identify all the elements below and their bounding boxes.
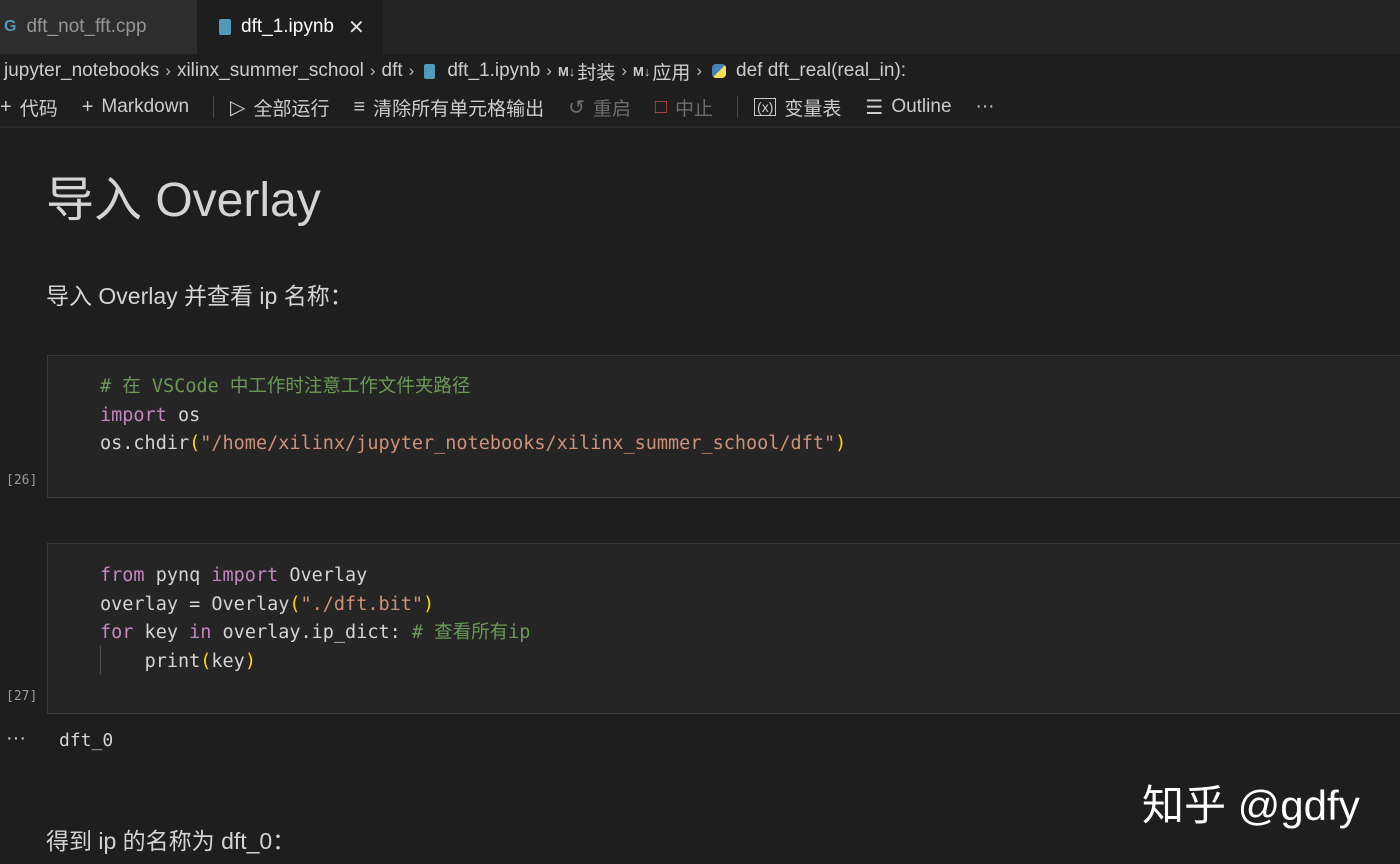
tab-dft-1-ipynb[interactable]: dft_1.ipynb ✕ — [197, 0, 383, 54]
restart-icon: ↺ — [568, 96, 585, 119]
add-code-cell-button[interactable]: + 代码 — [0, 94, 58, 121]
add-markdown-cell-button[interactable]: + Markdown — [82, 96, 189, 119]
code-editor[interactable]: from pynq import Overlay overlay = Overl… — [100, 562, 530, 676]
code-text: key — [211, 650, 245, 672]
notebook-icon — [424, 63, 436, 79]
plus-icon: + — [81, 95, 94, 118]
notebook-heading: 导入 Overlay — [46, 174, 321, 227]
interrupt-button[interactable]: □ 中止 — [655, 94, 713, 121]
code-text: os — [166, 404, 201, 426]
breadcrumb-item[interactable]: def dft_real(real_in): — [736, 60, 906, 82]
variables-icon: (x) — [754, 98, 777, 116]
code-text: overlay.ip_dict: — [211, 622, 412, 643]
indent-guide — [100, 646, 101, 674]
more-actions-button[interactable]: ··· — [976, 96, 995, 118]
chevron-right-icon: › — [696, 61, 703, 80]
markdown-icon: M↓ — [557, 63, 576, 79]
markdown-paragraph: 得到 ip 的名称为 dft_0： — [46, 828, 296, 854]
restart-button[interactable]: ↺ 重启 — [568, 94, 631, 121]
code-keyword: for — [100, 622, 134, 643]
code-text: os.chdir — [100, 433, 190, 454]
notebook-toolbar: + 代码 + Markdown ▷ 全部运行 ≡ 清除所有单元格输出 ↺ 重启 … — [0, 90, 1400, 124]
code-string: "/home/xilinx/jupyter_notebooks/xilinx_s… — [200, 433, 836, 454]
execution-count: [27] — [6, 689, 38, 704]
chevron-right-icon: › — [546, 61, 552, 80]
code-text: print — [144, 650, 201, 672]
breadcrumb: jupyter_notebooks › xilinx_summer_school… — [0, 56, 1400, 86]
python-icon — [712, 64, 727, 78]
plus-icon: + — [0, 95, 12, 118]
notebook-icon — [219, 19, 231, 35]
chevron-right-icon: › — [621, 61, 627, 80]
stop-icon: □ — [654, 95, 668, 118]
close-icon[interactable]: ✕ — [348, 15, 365, 40]
breadcrumb-item[interactable]: 应用 — [652, 58, 690, 85]
markdown-icon: M↓ — [633, 63, 651, 79]
code-keyword: from — [100, 565, 145, 586]
cell-output: dft_0 — [59, 730, 114, 751]
code-comment: # 在 VSCode 中工作时注意工作文件夹路径 — [100, 376, 471, 397]
code-editor[interactable]: # 在 VSCode 中工作时注意工作文件夹路径 import os os.ch… — [100, 373, 846, 459]
list-icon: ☰ — [865, 96, 884, 119]
add-code-label: 代码 — [19, 98, 58, 120]
tab-bar: G dft_not_fft.cpp dft_1.ipynb ✕ — [0, 0, 1400, 54]
breadcrumb-item[interactable]: 封装 — [577, 58, 615, 85]
code-cell[interactable]: from pynq import Overlay overlay = Overl… — [47, 543, 1400, 714]
run-all-label: 全部运行 — [253, 98, 330, 120]
interrupt-label: 中止 — [675, 98, 714, 120]
tab-dft-not-fft-cpp[interactable]: G dft_not_fft.cpp — [0, 0, 197, 54]
variables-button[interactable]: (x) 变量表 — [754, 94, 841, 121]
clear-all-outputs-button[interactable]: ≡ 清除所有单元格输出 — [353, 94, 544, 121]
code-keyword: import — [211, 565, 279, 586]
chevron-right-icon: › — [165, 61, 171, 80]
watermark: 知乎 @gdfy — [1142, 782, 1360, 829]
add-markdown-label: Markdown — [101, 96, 190, 117]
run-all-button[interactable]: ▷ 全部运行 — [230, 94, 329, 121]
breadcrumb-item[interactable]: dft — [382, 60, 403, 82]
tab-label: dft_not_fft.cpp — [26, 16, 147, 37]
tab-label: dft_1.ipynb — [241, 16, 334, 37]
code-keyword: import — [100, 404, 167, 426]
code-string: "./dft.bit" — [300, 593, 424, 615]
execution-count: [26] — [6, 473, 38, 488]
outline-label: Outline — [891, 96, 952, 117]
code-comment: # 查看所有ip — [411, 622, 531, 643]
restart-label: 重启 — [592, 98, 631, 120]
variables-label: 变量表 — [784, 98, 842, 120]
outline-button[interactable]: ☰ Outline — [865, 95, 951, 120]
toolbar-separator — [0, 126, 1400, 128]
markdown-paragraph: 导入 Overlay 并查看 ip 名称： — [46, 283, 353, 309]
breadcrumb-item[interactable]: xilinx_summer_school — [177, 60, 364, 82]
output-actions-icon[interactable]: ··· — [6, 727, 26, 750]
code-text: Overlay — [278, 565, 368, 586]
clear-outputs-icon: ≡ — [353, 95, 366, 118]
toolbar-divider — [737, 96, 739, 118]
code-text: key — [133, 622, 190, 643]
code-cell[interactable]: # 在 VSCode 中工作时注意工作文件夹路径 import os os.ch… — [47, 355, 1400, 498]
code-text: overlay = Overlay — [100, 593, 290, 615]
cpp-icon: G — [4, 18, 17, 35]
code-text: pynq — [144, 565, 212, 586]
breadcrumb-item[interactable]: dft_1.ipynb — [447, 60, 540, 82]
breadcrumb-item[interactable]: jupyter_notebooks — [4, 60, 159, 82]
chevron-right-icon: › — [408, 61, 415, 80]
toolbar-divider — [213, 96, 215, 118]
clear-outputs-label: 清除所有单元格输出 — [373, 98, 545, 120]
chevron-right-icon: › — [369, 61, 376, 80]
run-all-icon: ▷ — [230, 96, 246, 119]
code-keyword: in — [189, 622, 212, 643]
